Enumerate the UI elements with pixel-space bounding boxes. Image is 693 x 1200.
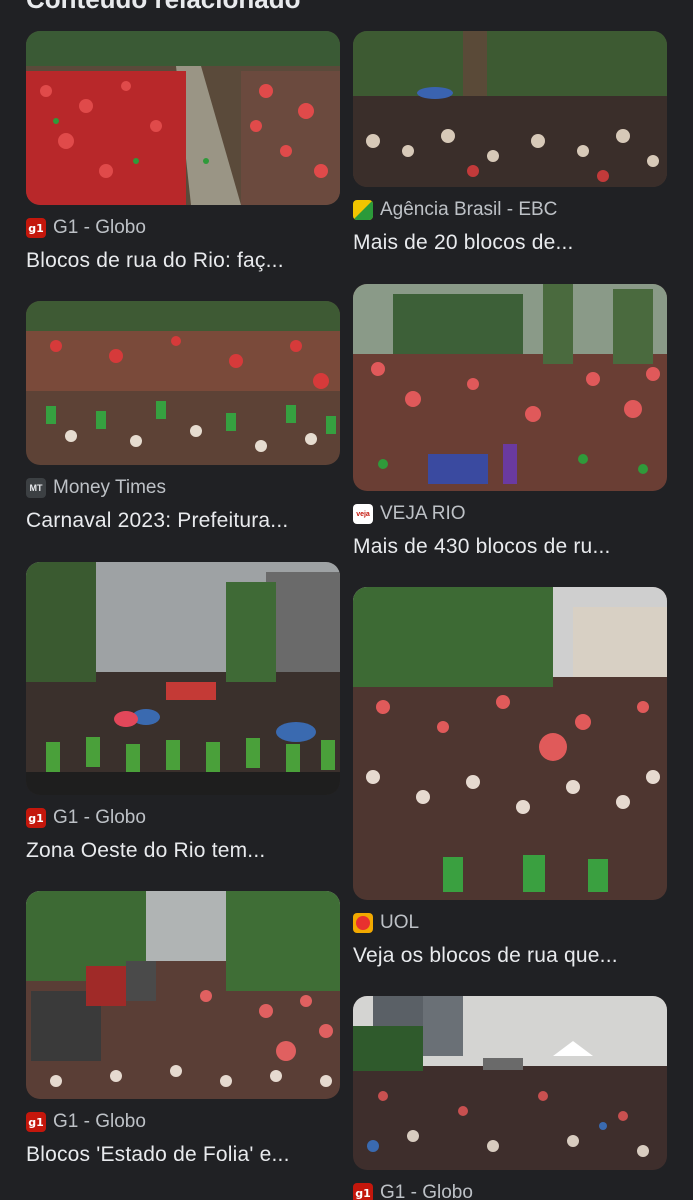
money-times-favicon-icon: MT	[26, 478, 46, 498]
result-title[interactable]: Blocos de rua do Rio: faç...	[26, 249, 340, 273]
result-thumbnail[interactable]	[353, 996, 667, 1170]
result-source: g1 G1 - Globo	[26, 1111, 340, 1133]
result-title[interactable]: Mais de 430 blocos de ru...	[353, 535, 667, 559]
result-source: veja VEJA RIO	[353, 503, 667, 525]
result-thumbnail[interactable]	[353, 587, 667, 900]
result-card-0[interactable]: g1 G1 - Globo Blocos de rua do Rio: faç.…	[26, 31, 340, 273]
source-name: G1 - Globo	[53, 217, 146, 238]
result-title[interactable]: Carnaval 2023: Prefeitura...	[26, 509, 340, 533]
g1-favicon-icon: g1	[353, 1183, 373, 1200]
result-source: g1 G1 - Globo	[26, 807, 340, 829]
result-source: Agência Brasil - EBC	[353, 199, 667, 221]
result-source: UOL	[353, 912, 667, 934]
source-name: G1 - Globo	[53, 1111, 146, 1132]
result-title[interactable]: Veja os blocos de rua que...	[353, 944, 667, 968]
result-title[interactable]: Zona Oeste do Rio tem...	[26, 839, 340, 863]
result-card-1[interactable]: Agência Brasil - EBC Mais de 20 blocos d…	[353, 31, 667, 255]
result-thumbnail[interactable]	[26, 891, 340, 1099]
ebc-favicon-icon	[353, 200, 373, 220]
result-card-6[interactable]: g1 G1 - Globo Blocos 'Estado de Folia' e…	[26, 891, 340, 1167]
result-card-3[interactable]: veja VEJA RIO Mais de 430 blocos de ru..…	[353, 284, 667, 559]
result-title[interactable]: Blocos 'Estado de Folia' e...	[26, 1143, 340, 1167]
result-source: g1 G1 - Globo	[26, 217, 340, 239]
result-title[interactable]: Mais de 20 blocos de...	[353, 231, 667, 255]
uol-favicon-icon	[353, 913, 373, 933]
g1-favicon-icon: g1	[26, 808, 46, 828]
result-thumbnail[interactable]	[26, 301, 340, 465]
g1-favicon-icon: g1	[26, 218, 46, 238]
section-title: Conteúdo relacionado	[26, 0, 300, 15]
source-name: Money Times	[53, 477, 166, 498]
source-name: G1 - Globo	[53, 807, 146, 828]
result-thumbnail[interactable]	[26, 562, 340, 795]
result-card-4[interactable]: g1 G1 - Globo Zona Oeste do Rio tem...	[26, 562, 340, 863]
veja-rio-favicon-icon: veja	[353, 504, 373, 524]
result-source: g1 G1 - Globo	[353, 1182, 667, 1200]
g1-favicon-icon: g1	[26, 1112, 46, 1132]
result-card-2[interactable]: MT Money Times Carnaval 2023: Prefeitura…	[26, 301, 340, 533]
result-card-5[interactable]: UOL Veja os blocos de rua que...	[353, 587, 667, 968]
result-thumbnail[interactable]	[26, 31, 340, 205]
source-name: UOL	[380, 912, 420, 933]
result-thumbnail[interactable]	[353, 284, 667, 491]
source-name: Agência Brasil - EBC	[380, 199, 558, 220]
result-thumbnail[interactable]	[353, 31, 667, 187]
result-source: MT Money Times	[26, 477, 340, 499]
related-content-page: Conteúdo relacionado g	[0, 0, 693, 1200]
result-card-7[interactable]: g1 G1 - Globo	[353, 996, 667, 1200]
source-name: VEJA RIO	[380, 503, 466, 524]
source-name: G1 - Globo	[380, 1182, 473, 1200]
